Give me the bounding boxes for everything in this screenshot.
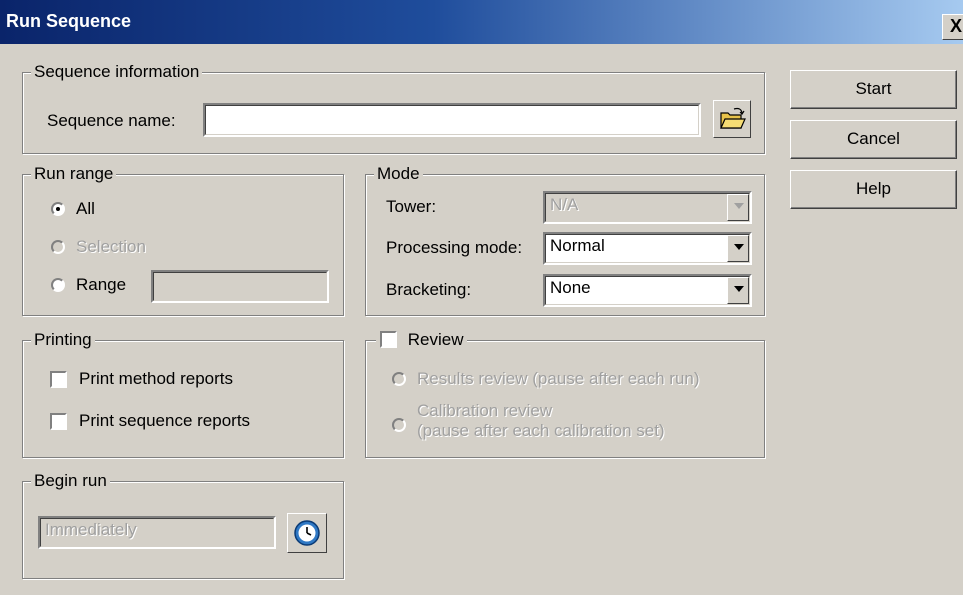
run-range-group: Run range All Selection Range: [22, 164, 344, 316]
mode-legend: Mode: [374, 164, 423, 184]
schedule-button[interactable]: [287, 513, 327, 553]
review-legend: Review: [376, 330, 468, 350]
cancel-button[interactable]: Cancel: [790, 120, 957, 159]
begin-run-legend: Begin run: [31, 471, 110, 491]
tower-select: N/A: [543, 191, 752, 224]
begin-run-group: Begin run Immediately: [22, 471, 344, 579]
run-range-legend: Run range: [31, 164, 117, 184]
run-sequence-dialog: Run Sequence X Sequence information Sequ…: [0, 0, 963, 595]
processing-mode-dropdown-arrow-icon[interactable]: [727, 235, 749, 262]
review-group: Review Results review (pause after each …: [365, 330, 765, 458]
review-checkbox[interactable]: [380, 331, 397, 349]
open-folder-icon: [720, 107, 746, 129]
window-title: Run Sequence: [6, 11, 132, 31]
mode-group: Mode Tower: N/A Processing mode: Normal …: [365, 164, 765, 316]
processing-mode-select[interactable]: Normal: [543, 232, 752, 265]
radio-selection: [51, 240, 65, 254]
print-sequence-reports-label[interactable]: Print sequence reports: [79, 411, 250, 431]
calibration-review-label: Calibration review: [417, 401, 553, 420]
radio-all-label[interactable]: All: [76, 199, 95, 219]
sequence-name-input[interactable]: [203, 103, 701, 137]
calibration-review-sublabel: (pause after each calibration set): [417, 421, 665, 440]
radio-calibration-review: [392, 418, 406, 432]
tower-dropdown-arrow-icon: [727, 194, 749, 221]
bracketing-label: Bracketing:: [386, 280, 472, 299]
radio-selection-label: Selection: [76, 237, 146, 256]
close-button[interactable]: X: [942, 14, 963, 40]
processing-mode-label: Processing mode:: [386, 238, 523, 257]
browse-sequence-button[interactable]: [713, 100, 751, 138]
clock-icon: [294, 520, 320, 546]
radio-range-label[interactable]: Range: [76, 275, 126, 295]
radio-range[interactable]: [51, 278, 65, 292]
print-method-reports-checkbox[interactable]: [50, 371, 67, 388]
print-sequence-reports-checkbox[interactable]: [50, 413, 67, 430]
print-method-reports-label[interactable]: Print method reports: [79, 369, 233, 389]
start-button[interactable]: Start: [790, 70, 957, 109]
help-button[interactable]: Help: [790, 170, 957, 209]
radio-results-review: [392, 372, 406, 386]
radio-all[interactable]: [51, 202, 65, 216]
printing-legend: Printing: [31, 330, 95, 350]
printing-group: Printing Print method reports Print sequ…: [22, 330, 344, 458]
close-icon: X: [950, 16, 963, 36]
sequence-name-label: Sequence name:: [47, 111, 176, 130]
sequence-information-group: Sequence information Sequence name:: [22, 62, 765, 154]
results-review-label: Results review (pause after each run): [417, 369, 700, 388]
bracketing-select[interactable]: None: [543, 274, 752, 307]
sequence-information-legend: Sequence information: [31, 62, 203, 82]
range-input: [151, 270, 329, 303]
begin-run-input: Immediately: [38, 516, 276, 549]
bracketing-dropdown-arrow-icon[interactable]: [727, 277, 749, 304]
title-bar: Run Sequence X: [0, 0, 963, 44]
tower-label: Tower:: [386, 197, 437, 216]
review-label[interactable]: Review: [408, 330, 464, 349]
